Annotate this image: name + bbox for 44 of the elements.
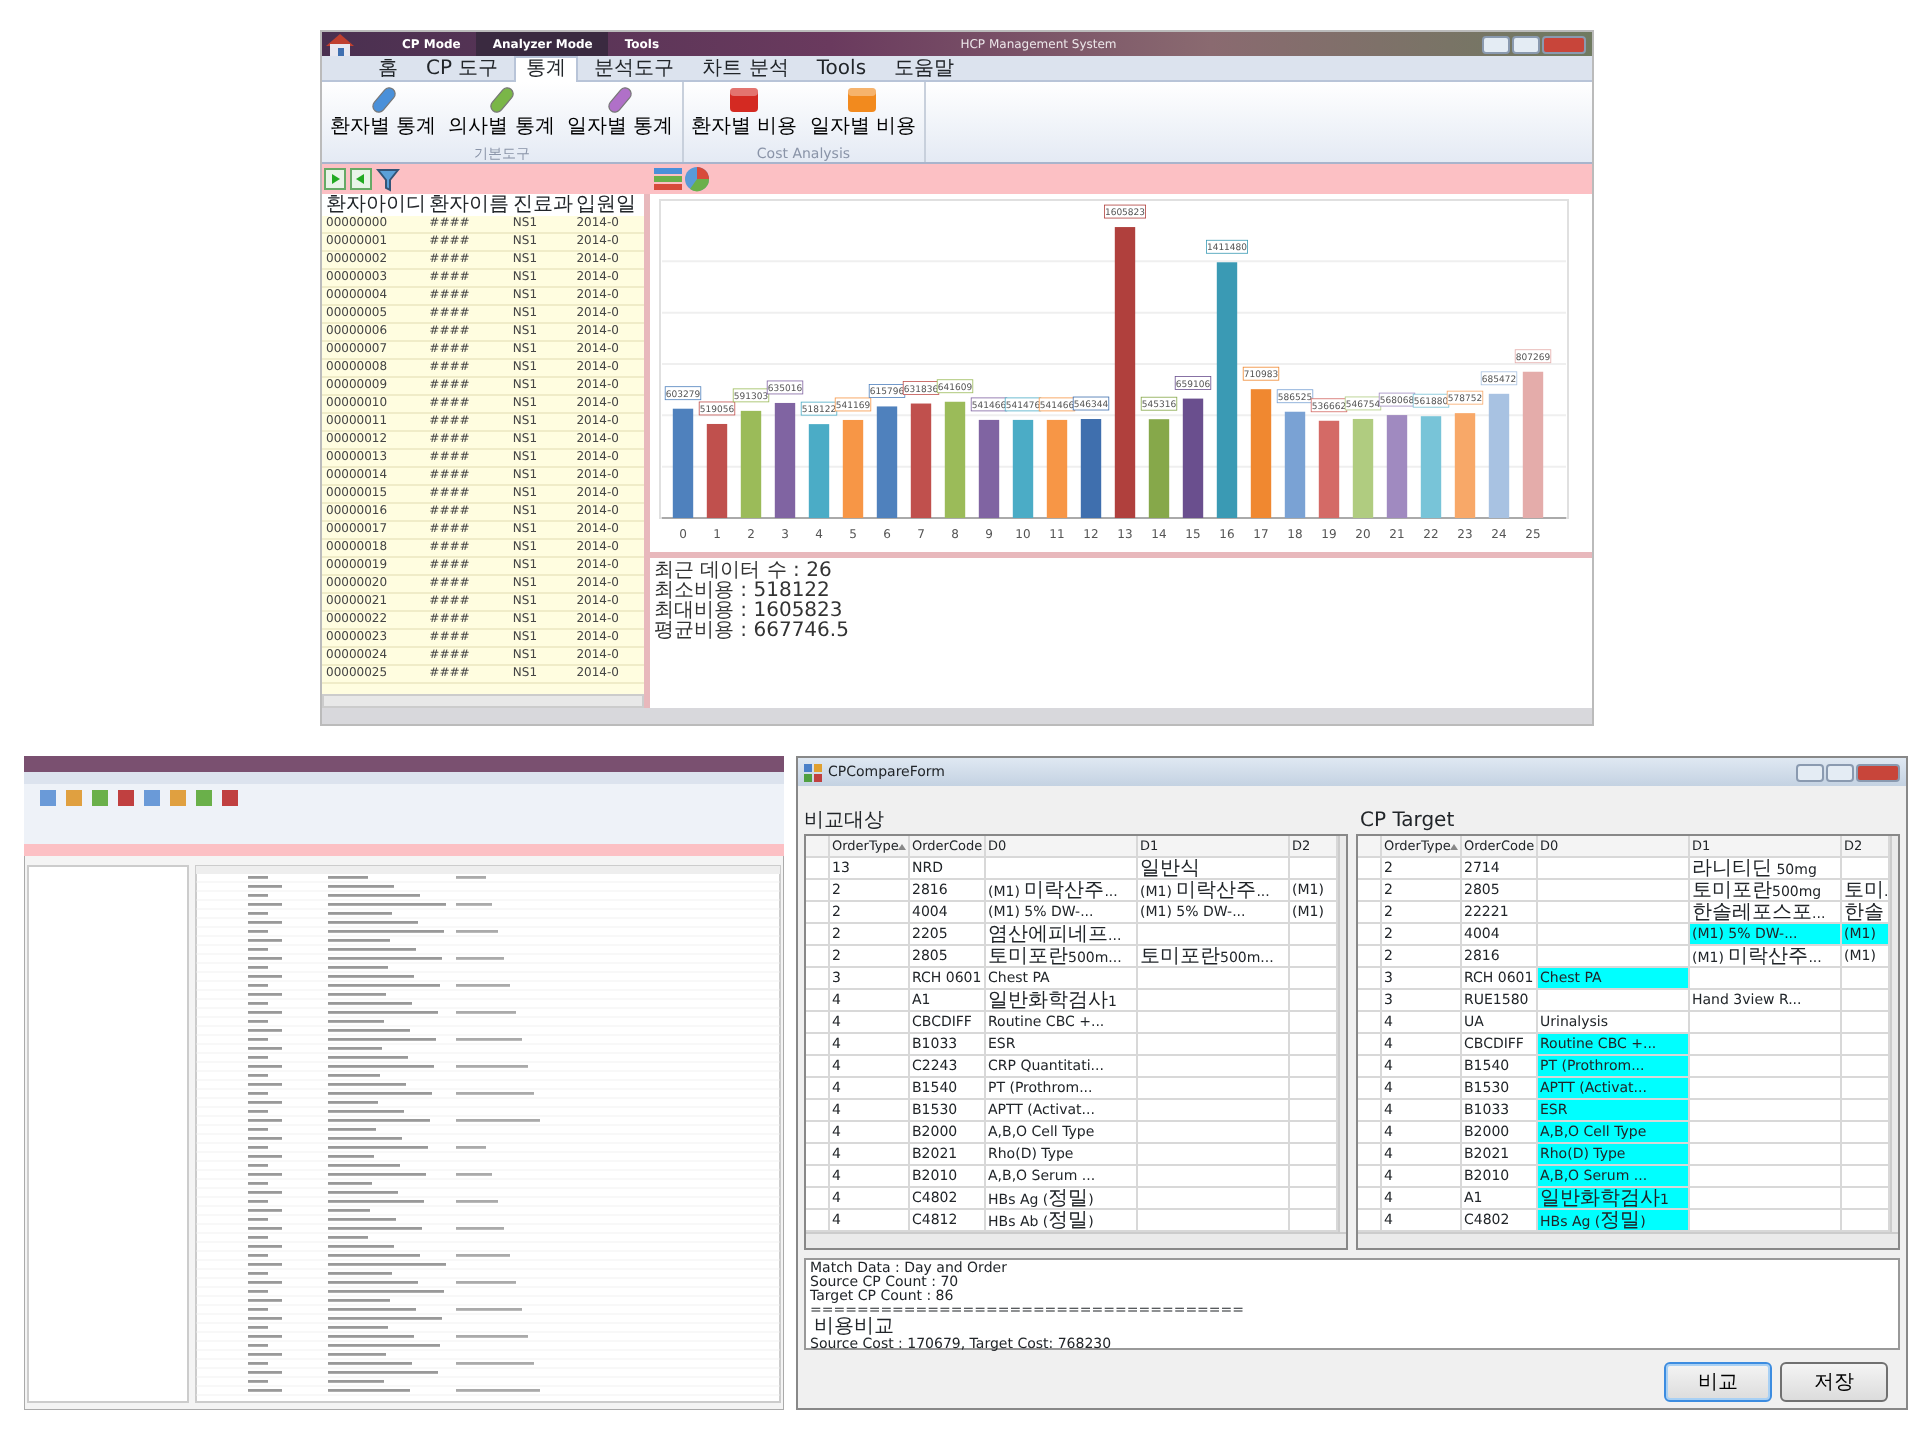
action-button[interactable]: 비교 — [1664, 1362, 1772, 1402]
bar-list-icon[interactable] — [654, 166, 682, 192]
column-header[interactable]: 환자아이디 — [322, 194, 430, 216]
stat-line: 최근 데이터 수 : 26 — [654, 562, 834, 582]
maximize-button[interactable] — [1826, 763, 1854, 781]
ribbon-button[interactable]: 일자별 통계 — [564, 82, 676, 140]
log-line: 비용비교 — [814, 1318, 896, 1338]
close-button[interactable] — [1541, 35, 1586, 53]
column-header[interactable]: 환자이름 — [429, 194, 513, 216]
vertical-scrollbar[interactable] — [1338, 836, 1346, 1232]
action-button[interactable]: 저장 — [1780, 1362, 1888, 1402]
table-cell: 일반식 — [1138, 858, 1290, 878]
vertical-scrollbar[interactable] — [1890, 836, 1898, 1232]
stat-line: 최대비용 : 1605823 — [654, 602, 843, 622]
ribbon-tab[interactable]: 차트 분석 — [690, 55, 801, 81]
horizontal-scrollbar[interactable] — [1358, 1232, 1898, 1248]
ribbon-tab[interactable]: 통계 — [514, 55, 579, 81]
ribbon-tab[interactable]: CP 도구 — [414, 55, 511, 81]
pie-chart-icon[interactable] — [684, 166, 710, 192]
ribbon-button[interactable]: 일자별 비용 — [807, 82, 918, 140]
minimize-button[interactable] — [1481, 35, 1510, 53]
horizontal-scrollbar[interactable] — [806, 1232, 1346, 1248]
section-label: 비교대상 — [804, 810, 886, 834]
ribbon-button[interactable]: 의사별 통계 — [446, 82, 557, 140]
ribbon-tab[interactable]: 홈 — [366, 55, 410, 81]
column-header[interactable]: 입원일 — [576, 194, 644, 216]
stat-line: 평균비용 : 667746.5 — [654, 622, 851, 642]
section-label: CP Target — [1360, 810, 1455, 834]
stat-line: 최소비용 : 518122 — [654, 582, 830, 602]
ribbon-tab[interactable]: Tools — [804, 55, 879, 81]
sort-icon — [1450, 844, 1458, 850]
sort-icon — [898, 844, 906, 850]
minimize-button[interactable] — [1796, 763, 1824, 781]
ribbon-button[interactable]: 환자별 통계 — [328, 82, 439, 140]
close-button[interactable] — [1856, 763, 1900, 781]
horizontal-scrollbar[interactable] — [322, 694, 644, 708]
column-header[interactable]: 진료과 — [512, 194, 577, 216]
form-icon — [804, 763, 822, 781]
play-icon[interactable] — [324, 168, 346, 190]
ribbon-tab[interactable]: 도움말 — [882, 55, 967, 81]
ribbon-tab[interactable]: 분석도구 — [582, 55, 687, 81]
back-icon[interactable] — [350, 168, 372, 190]
maximize-button[interactable] — [1511, 35, 1540, 53]
ribbon-button[interactable]: 환자별 비용 — [689, 82, 800, 140]
